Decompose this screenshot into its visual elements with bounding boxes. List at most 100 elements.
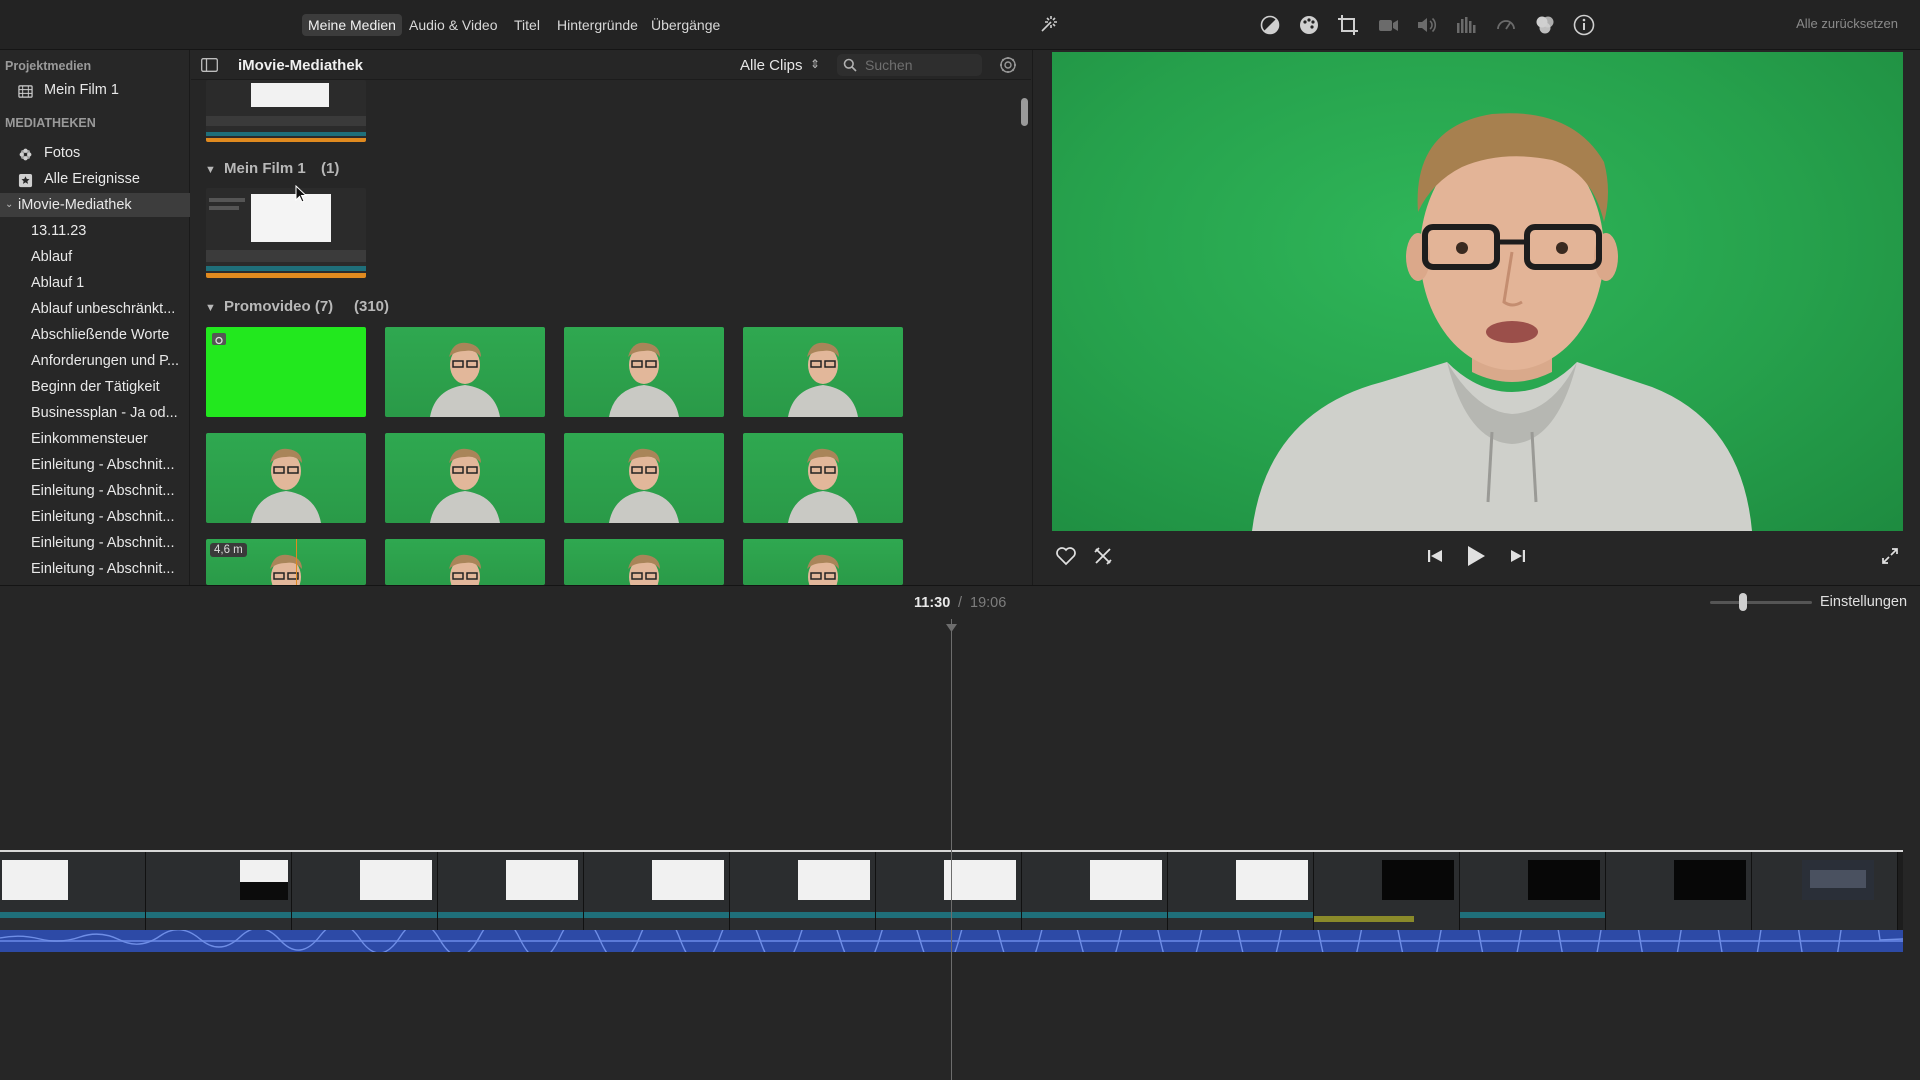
- tab-backgrounds[interactable]: Hintergründe: [551, 14, 644, 36]
- timeline-clip[interactable]: [1022, 852, 1168, 930]
- timeline-clip[interactable]: [146, 852, 292, 930]
- section-count-promovideo: (310): [354, 298, 390, 315]
- person-figure: [430, 448, 500, 523]
- event-label: Anforderungen und P...: [31, 353, 180, 369]
- chevron-down-icon[interactable]: ⌄: [5, 193, 13, 217]
- crop-icon[interactable]: [1336, 13, 1360, 37]
- clip-thumbnail[interactable]: [385, 433, 545, 523]
- disclosure-triangle-icon[interactable]: ▼: [205, 302, 216, 314]
- event-label: Einleitung - Abschnit...: [31, 483, 175, 499]
- clip-thumbnail[interactable]: [743, 433, 903, 523]
- tab-transitions[interactable]: Übergänge: [645, 14, 726, 36]
- search-field[interactable]: Suchen: [837, 54, 982, 76]
- sidebar-event-item[interactable]: Einleitung - Abschnit...: [0, 479, 190, 503]
- playhead-marker-icon[interactable]: [946, 619, 957, 632]
- skip-back-icon[interactable]: [1427, 548, 1443, 564]
- sidebar-event-item[interactable]: Einleitung - Abschnit...: [0, 505, 190, 529]
- clip-thumbnail[interactable]: [743, 539, 903, 585]
- skip-forward-icon[interactable]: [1510, 548, 1526, 564]
- search-input[interactable]: Suchen: [865, 57, 912, 73]
- sidebar-event-item[interactable]: Beginn der Tätigkeit: [0, 375, 190, 399]
- person-figure: [430, 342, 500, 417]
- media-browser: iMovie-Mediathek Alle Clips ⇕ Suchen ▼ M…: [191, 50, 1031, 585]
- equalizer-icon[interactable]: [1454, 13, 1478, 37]
- clip-thumbnail[interactable]: [206, 327, 366, 417]
- clip-filter-select[interactable]: Alle Clips: [740, 57, 803, 74]
- info-icon[interactable]: [1572, 13, 1596, 37]
- timeline-settings-button[interactable]: Einstellungen: [1820, 594, 1907, 610]
- reset-all-button[interactable]: Alle zurücksetzen: [1796, 16, 1898, 31]
- sidebar-event-item[interactable]: Einkommensteuer: [0, 427, 190, 451]
- event-label: Einleitung - Abschnit...: [31, 457, 175, 473]
- sidebar-event-item[interactable]: Abschließende Worte: [0, 323, 190, 347]
- sidebar-item-project[interactable]: Mein Film 1: [0, 78, 190, 102]
- clip-thumbnail[interactable]: [564, 539, 724, 585]
- tab-my-media[interactable]: Meine Medien: [302, 14, 402, 36]
- timeline-clip[interactable]: [292, 852, 438, 930]
- person-figure: [788, 342, 858, 417]
- tab-audio-video[interactable]: Audio & Video: [403, 14, 503, 36]
- sidebar-event-item[interactable]: Einleitung - Abschnit...: [0, 531, 190, 555]
- clip-thumbnail[interactable]: [743, 327, 903, 417]
- sidebar-toggle-icon[interactable]: [201, 58, 218, 72]
- timeline-clip[interactable]: [1168, 852, 1314, 930]
- zoom-slider-track[interactable]: [1710, 601, 1812, 604]
- mouse-cursor-icon: [295, 184, 308, 203]
- volume-icon[interactable]: [1415, 13, 1439, 37]
- clip-thumbnail[interactable]: [206, 188, 366, 278]
- speed-icon[interactable]: [1494, 13, 1518, 37]
- timeline-clip[interactable]: [438, 852, 584, 930]
- timeline-clip[interactable]: [1752, 852, 1898, 930]
- favorite-heart-icon[interactable]: [1055, 546, 1077, 566]
- reject-icon[interactable]: [1093, 546, 1113, 566]
- event-label: Beginn der Tätigkeit: [31, 379, 160, 395]
- person-figure: [251, 448, 321, 523]
- zoom-slider-thumb[interactable]: [1739, 593, 1747, 611]
- sidebar-event-item[interactable]: Einleitung - Abschnit...: [0, 453, 190, 477]
- sidebar-event-item[interactable]: Einleitung - Abschnit...: [0, 557, 190, 581]
- clip-thumbnail[interactable]: [206, 80, 366, 142]
- section-count-project: (1): [321, 160, 340, 177]
- sidebar-item-imovie-library[interactable]: ⌄ iMovie-Mediathek: [0, 193, 190, 217]
- sidebar-item-label: iMovie-Mediathek: [18, 197, 132, 213]
- clip-thumbnail[interactable]: [206, 433, 366, 523]
- clip-thumbnail[interactable]: [385, 539, 545, 585]
- browser-scrollbar[interactable]: [1021, 98, 1028, 126]
- clip-filter-icon[interactable]: [1533, 13, 1557, 37]
- disclosure-triangle-icon[interactable]: ▼: [205, 164, 216, 176]
- timeline-playhead[interactable]: [951, 619, 952, 1080]
- sidebar-event-item[interactable]: Anforderungen und P...: [0, 349, 190, 373]
- sidebar-event-item[interactable]: 13.11.23: [0, 219, 190, 243]
- timeline-clip[interactable]: [1606, 852, 1752, 930]
- play-icon[interactable]: [1466, 544, 1486, 568]
- libraries-sidebar: Projektmedien Mein Film 1 MEDIATHEKEN Fo…: [0, 50, 190, 585]
- color-balance-icon[interactable]: [1258, 13, 1282, 37]
- sidebar-item-label: Alle Ereignisse: [44, 171, 140, 187]
- stabilization-icon[interactable]: [1376, 13, 1400, 37]
- magic-wand-icon[interactable]: [1036, 13, 1060, 37]
- timeline-clip[interactable]: [1460, 852, 1606, 930]
- color-correction-icon[interactable]: [1297, 13, 1321, 37]
- timeline-clip[interactable]: [0, 852, 146, 930]
- tab-titles[interactable]: Titel: [508, 14, 546, 36]
- clip-thumbnail[interactable]: [564, 433, 724, 523]
- timeline-clip[interactable]: [584, 852, 730, 930]
- sidebar-event-item[interactable]: Businessplan - Ja od...: [0, 401, 190, 425]
- sidebar-event-item[interactable]: Ablauf unbeschränkt...: [0, 297, 190, 321]
- clip-thumbnail[interactable]: [564, 327, 724, 417]
- section-title-project: Mein Film 1: [224, 160, 306, 177]
- sidebar-event-item[interactable]: Ablauf 1: [0, 271, 190, 295]
- sidebar-item-all-events[interactable]: Alle Ereignisse: [0, 167, 190, 191]
- timeline-clip[interactable]: [1314, 852, 1460, 930]
- sidebar-item-photos[interactable]: Fotos: [0, 141, 190, 165]
- video-preview[interactable]: [1052, 52, 1903, 531]
- sidebar-event-item[interactable]: Ablauf: [0, 245, 190, 269]
- updown-chevron-icon[interactable]: ⇕: [810, 57, 820, 71]
- timeline-clip[interactable]: [876, 852, 1022, 930]
- timeline-clip[interactable]: [730, 852, 876, 930]
- video-viewer: [1032, 50, 1920, 585]
- clip-thumbnail[interactable]: [385, 327, 545, 417]
- clip-thumbnail[interactable]: 4,6 m: [206, 539, 366, 585]
- fullscreen-icon[interactable]: [1881, 547, 1899, 565]
- gear-icon[interactable]: [999, 56, 1017, 74]
